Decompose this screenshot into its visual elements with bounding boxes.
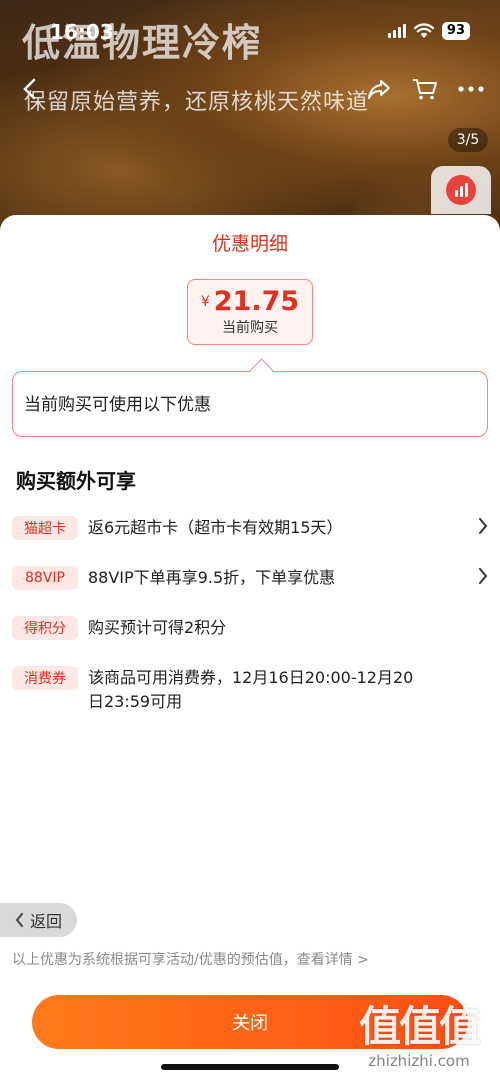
chart-icon bbox=[446, 175, 476, 205]
estimate-footnote-link[interactable]: 以上优惠为系统根据可享活动/优惠的预估值，查看详情 > bbox=[12, 949, 369, 969]
benefit-row-supermarket-card[interactable]: 猫超卡 返6元超市卡（超市卡有效期15天） bbox=[12, 516, 492, 540]
price-value: 21.75 bbox=[213, 286, 300, 317]
benefit-tag: 得积分 bbox=[12, 616, 78, 640]
benefit-row-88vip[interactable]: 88VIP 88VIP下单再享9.5折，下单享优惠 bbox=[12, 566, 492, 590]
site-watermark: 值值值 zhizhizhi.com bbox=[344, 993, 494, 1070]
hero-subtitle: 保留原始营养，还原核桃天然味道 bbox=[24, 90, 370, 115]
benefit-text: 购买预计可得2积分 bbox=[88, 618, 227, 637]
benefit-text: 该商品可用消费券，12月16日20:00-12月20日23:59可用 bbox=[88, 668, 414, 711]
cart-icon[interactable] bbox=[408, 72, 442, 106]
benefit-row-points: 得积分 购买预计可得2积分 bbox=[12, 616, 492, 640]
chevron-right-icon[interactable] bbox=[478, 516, 488, 540]
share-icon[interactable] bbox=[362, 72, 396, 106]
back-icon[interactable] bbox=[12, 72, 46, 106]
chevron-right-icon[interactable] bbox=[478, 566, 488, 590]
watermark-logo: 值值值 bbox=[358, 1002, 481, 1051]
image-page-indicator: 3/5 bbox=[448, 128, 488, 152]
wifi-icon bbox=[413, 23, 434, 38]
benefit-tag: 消费券 bbox=[12, 666, 78, 690]
watermark-url: zhizhizhi.com bbox=[368, 1052, 470, 1070]
current-price-card: ¥21.75 当前购买 bbox=[187, 279, 313, 345]
product-image[interactable]: 低温物理冷榨 保留原始营养，还原核桃天然味道 16:03 93 3/5 bbox=[0, 0, 500, 240]
signal-icon bbox=[387, 24, 406, 38]
extra-benefits-title: 购买额外可享 bbox=[16, 469, 136, 493]
benefit-tag: 猫超卡 bbox=[12, 516, 78, 540]
back-button[interactable]: 返回 bbox=[0, 903, 77, 937]
available-discounts-text: 当前购买可使用以下优惠 bbox=[24, 395, 211, 415]
bubble-pointer bbox=[249, 358, 274, 383]
sheet-title: 优惠明细 bbox=[211, 233, 288, 255]
discount-detail-sheet: 优惠明细 ¥21.75 当前购买 当前购买可使用以下优惠 购买额外可享 猫超卡 … bbox=[0, 215, 500, 1081]
available-discounts-box: 当前购买可使用以下优惠 bbox=[12, 358, 488, 437]
benefit-text: 88VIP下单再享9.5折，下单享优惠 bbox=[88, 568, 336, 587]
benefit-row-voucher: 消费券 该商品可用消费券，12月16日20:00-12月20日23:59可用 bbox=[12, 666, 492, 714]
ranking-button[interactable] bbox=[431, 166, 491, 214]
price-caption: 当前购买 bbox=[222, 320, 278, 336]
home-indicator[interactable] bbox=[161, 1064, 339, 1070]
battery-indicator: 93 bbox=[441, 22, 470, 40]
status-time: 16:03 bbox=[50, 20, 114, 44]
benefit-tag: 88VIP bbox=[12, 566, 78, 590]
chevron-left-icon bbox=[15, 913, 23, 927]
status-indicators: 93 bbox=[387, 22, 470, 40]
back-button-label: 返回 bbox=[29, 912, 62, 931]
benefit-text: 返6元超市卡（超市卡有效期15天） bbox=[88, 518, 343, 537]
price-currency: ¥ bbox=[200, 294, 210, 310]
more-icon[interactable] bbox=[454, 72, 488, 106]
close-button-label: 关闭 bbox=[232, 1013, 268, 1034]
